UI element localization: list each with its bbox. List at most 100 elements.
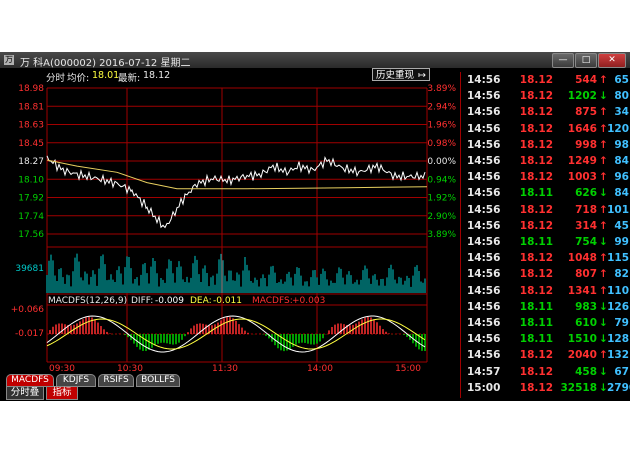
tick-volume: 983: [575, 300, 597, 313]
tick-price: 18.12: [519, 349, 553, 362]
tick-volume: 314: [575, 219, 597, 232]
avg-price-value: 18.01: [92, 70, 120, 81]
tick-count: 84: [614, 187, 629, 200]
tick-volume: 32518: [560, 381, 597, 394]
tick-count: 82: [614, 268, 629, 281]
tick-price: 18.12: [519, 203, 553, 216]
tick-row[interactable]: 14:56 18.12 314 ↑ 45: [461, 218, 630, 234]
tick-price: 18.12: [519, 268, 553, 281]
macd-low-label: -0.017: [15, 329, 44, 339]
maximize-button[interactable]: □: [575, 53, 597, 68]
price-tick-label: 18.81: [18, 102, 44, 112]
tick-row[interactable]: 14:56 18.12 875 ↑ 34: [461, 104, 630, 120]
tick-row[interactable]: 14:56 18.12 1646 ↑ 120: [461, 121, 630, 137]
macd-dea-label: DEA:: [190, 296, 212, 306]
tick-row[interactable]: 14:56 18.12 998 ↑ 98: [461, 137, 630, 153]
price-tick-label: 17.56: [18, 230, 44, 240]
tick-volume: 626: [575, 187, 597, 200]
tick-row[interactable]: 14:56 18.12 718 ↑ 101: [461, 202, 630, 218]
tick-price: 18.11: [519, 187, 553, 200]
tick-volume: 1003: [567, 171, 597, 184]
tick-time: 14:56: [467, 171, 501, 184]
minimize-button[interactable]: —: [552, 53, 574, 68]
tick-row[interactable]: 15:0018.1232518↓2790: [461, 380, 630, 396]
tick-time: 14:56: [467, 317, 501, 329]
trading-window: 万 万 科A(000002) 2016-07-12 星期二 — □ ✕ 18.9…: [0, 52, 630, 401]
price-tick-label: 18.98: [18, 84, 44, 94]
tick-row[interactable]: 14:56 18.11 626 ↓ 84: [461, 185, 630, 201]
tick-price: 18.12: [519, 381, 553, 394]
tick-count: 45: [614, 219, 629, 232]
tab-overlay[interactable]: 分时叠: [6, 386, 44, 400]
tick-row[interactable]: 14:56 18.12 1341 ↑ 110: [461, 283, 630, 299]
tick-volume: 998: [575, 138, 597, 151]
tick-count: 110: [607, 284, 629, 297]
tick-count: 84: [614, 155, 629, 167]
tick-count: 128: [607, 333, 629, 346]
tick-count: 65: [614, 74, 629, 86]
tick-price: 18.12: [519, 219, 553, 232]
pct-tick-label: 3.89%: [427, 84, 456, 94]
tick-row[interactable]: 14:57 18.12 458 ↓ 67: [461, 364, 630, 380]
price-tick-label: 18.27: [18, 157, 44, 167]
tick-price: 18.12: [519, 90, 553, 103]
tick-volume: 754: [575, 236, 597, 248]
tick-list[interactable]: 14:56 18.12 544 ↑ 65 14:56 18.12 1202 ↓ 80 14:56 18…: [460, 72, 630, 398]
tick-count: 120: [607, 122, 629, 135]
macd-value-label: MACDFS:: [252, 296, 293, 306]
tick-price: 18.12: [519, 365, 553, 378]
time-axis-label: 14:00: [307, 364, 333, 374]
tick-price: 18.12: [519, 74, 553, 86]
tick-time: 14:57: [467, 365, 501, 378]
tick-volume: 544: [575, 74, 597, 86]
timeshare-label: 分时: [46, 73, 66, 84]
price-line: [46, 155, 426, 229]
tick-row[interactable]: 14:56 18.11 983 ↓ 126: [461, 299, 630, 315]
tick-price: 18.12: [519, 122, 553, 135]
tick-volume: 1249: [567, 155, 597, 167]
tick-price: 18.11: [519, 236, 553, 248]
tick-time: 14:56: [467, 300, 501, 313]
macd-diff-value: -0.009: [155, 296, 184, 306]
tick-volume: 1341: [567, 284, 597, 297]
macd-label: MACDFS(12,26,9): [48, 296, 127, 306]
time-axis-label: 09:30: [49, 364, 75, 374]
pct-tick-label: 0.94%: [427, 175, 456, 185]
tick-price: 18.12: [519, 284, 553, 297]
macd-dea-value: -0.011: [213, 296, 242, 306]
tick-row[interactable]: 14:56 18.12 544 ↑ 65: [461, 72, 630, 88]
tick-time: 15:00: [467, 381, 501, 394]
close-button[interactable]: ✕: [598, 53, 626, 68]
tick-row[interactable]: 14:56 18.11 754 ↓ 99: [461, 234, 630, 250]
tick-volume: 1048: [567, 252, 597, 265]
tick-time: 14:56: [467, 236, 501, 248]
tick-row[interactable]: 14:56 18.11 1510 ↓ 128: [461, 331, 630, 347]
tick-row[interactable]: 14:56 18.11 610 ↓ 79: [461, 315, 630, 331]
tick-time: 14:56: [467, 252, 501, 265]
close-icon: ✕: [608, 55, 616, 65]
tick-time: 14:56: [467, 349, 501, 362]
tick-row[interactable]: 14:56 18.12 2040 ↑ 132: [461, 347, 630, 363]
average-price-line: [46, 159, 428, 190]
tick-count: 99: [614, 236, 629, 248]
tick-price: 18.12: [519, 138, 553, 151]
tab-indicator[interactable]: 指标: [46, 386, 78, 400]
tick-row[interactable]: 14:56 18.12 1048 ↑ 115: [461, 250, 630, 266]
pct-tick-label: 1.92%: [427, 194, 456, 204]
intraday-chart[interactable]: 18.98 18.81 18.63 18.45 18.27 18.10 17.92 17.74…: [0, 52, 460, 374]
tick-time: 14:56: [467, 333, 501, 346]
tick-count: 79: [614, 317, 629, 329]
tick-row[interactable]: 14:56 18.12 1202 ↓ 80: [461, 88, 630, 104]
tick-volume: 2040: [567, 349, 597, 362]
tick-row[interactable]: 14:56 18.12 1249 ↑ 84: [461, 153, 630, 169]
tick-count: 96: [614, 171, 629, 184]
tick-time: 14:56: [467, 106, 501, 119]
pct-tick-label: 2.90%: [427, 212, 456, 222]
history-replay-button[interactable]: 历史重现 ↦: [372, 68, 430, 81]
tick-row[interactable]: 14:56 18.12 1003 ↑ 96: [461, 169, 630, 185]
tick-row[interactable]: 14:56 18.12 807 ↑ 82: [461, 266, 630, 282]
tick-volume: 1646: [567, 122, 597, 135]
price-tick-label: 18.10: [18, 175, 44, 185]
volume-max-label: 39681: [15, 264, 44, 274]
pct-tick-label: 0.00%: [427, 157, 456, 167]
